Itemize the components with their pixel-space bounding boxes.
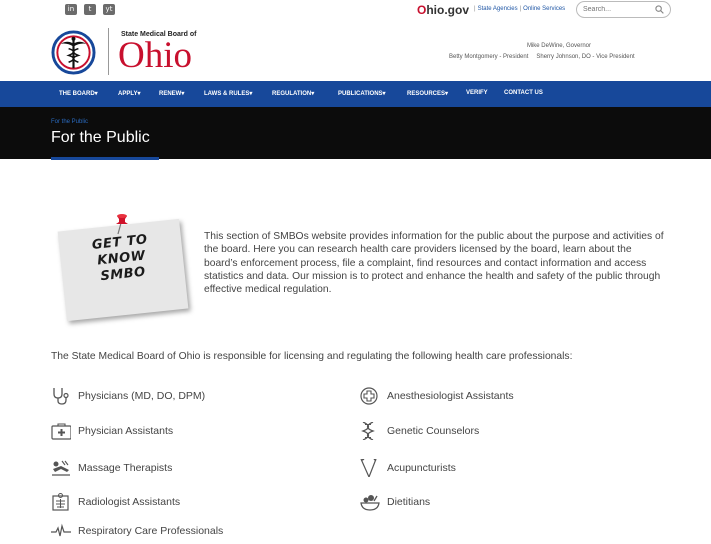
ohio-gov-rest: hio.gov — [426, 3, 470, 17]
nav-apply[interactable]: APPLY▾ — [118, 90, 140, 97]
profession-label: Massage Therapists — [78, 462, 173, 474]
nav-resources[interactable]: RESOURCES▾ — [407, 90, 448, 97]
nav-the-board[interactable]: THE BOARD▾ — [59, 90, 98, 97]
stethoscope-icon — [53, 388, 69, 405]
profession-label: Dietitians — [387, 496, 431, 508]
heartbeat-icon — [51, 523, 71, 537]
profession-label: Anesthesiologist Assistants — [387, 390, 514, 402]
ohio-wordmark[interactable]: Ohio — [118, 36, 192, 76]
youtube-icon[interactable]: yt — [103, 4, 115, 15]
page-hero: For the Public For the Public — [0, 107, 711, 159]
online-services-link[interactable]: Online Services — [523, 6, 565, 12]
nav-laws-rules[interactable]: LAWS & RULES▾ — [204, 90, 252, 97]
medical-board-seal-icon[interactable] — [51, 30, 96, 75]
list-item[interactable]: Physicians (MD, DO, DPM) — [51, 387, 311, 405]
nav-contact-us[interactable]: CONTACT US — [504, 90, 543, 96]
medical-kit-icon — [51, 423, 71, 440]
profession-label: Genetic Counselors — [387, 425, 480, 437]
list-item[interactable]: Radiologist Assistants — [51, 493, 311, 511]
ohio-gov-o: O — [417, 3, 427, 17]
ohio-gov-logo[interactable]: Ohio.gov — [417, 3, 469, 17]
vice-president-text: Sherry Johnson, DO - Vice President — [536, 54, 635, 60]
needles-icon — [360, 459, 377, 477]
get-to-know-note: GET TO KNOW SMBO — [56, 213, 196, 322]
intro-paragraph: This section of SMBOs website provides i… — [204, 231, 664, 296]
professions-intro: The State Medical Board of Ohio is respo… — [51, 351, 573, 362]
logo-divider — [108, 28, 109, 75]
list-item[interactable]: Anesthesiologist Assistants — [360, 387, 620, 405]
linkedin-icon[interactable]: in — [65, 4, 77, 15]
list-item[interactable]: Physician Assistants — [51, 422, 311, 440]
president-text: Betty Montgomery - President — [449, 54, 529, 60]
list-item[interactable]: Respiratory Care Professionals — [51, 522, 331, 540]
dna-icon — [361, 422, 375, 440]
xray-icon — [52, 493, 69, 511]
pushpin-icon — [116, 214, 128, 235]
officers-text: Betty Montgomery - President Sherry Johns… — [449, 54, 635, 60]
medical-cross-icon — [360, 387, 378, 405]
governor-text: Mike DeWine, Governor — [526, 43, 591, 49]
nav-regulation[interactable]: REGULATION▾ — [272, 90, 314, 97]
profession-label: Physicians (MD, DO, DPM) — [78, 390, 206, 402]
breadcrumb[interactable]: For the Public — [51, 119, 88, 125]
title-underline — [51, 157, 159, 160]
massage-icon — [52, 460, 70, 476]
nav-publications[interactable]: PUBLICATIONS▾ — [338, 90, 386, 97]
utility-links: | State Agencies | Online Services — [474, 6, 566, 12]
site-header: State Medical Board of Ohio Mike DeWine,… — [0, 20, 711, 81]
profession-label: Respiratory Care Professionals — [78, 525, 224, 537]
profession-label: Physician Assistants — [78, 425, 174, 437]
main-nav: THE BOARD▾ APPLY▾ RENEW▾ LAWS & RULES▾ R… — [0, 81, 711, 107]
note-text: GET TO KNOW SMBO — [91, 232, 149, 285]
utility-bar: in t yt Ohio.gov | State Agencies | Online … — [0, 0, 711, 20]
profession-label: Radiologist Assistants — [78, 496, 181, 508]
nav-verify[interactable]: VERIFY — [466, 90, 488, 96]
list-item[interactable]: Genetic Counselors — [360, 422, 620, 440]
food-bowl-icon — [360, 495, 380, 511]
list-item[interactable]: Dietitians — [360, 493, 620, 511]
list-item[interactable]: Massage Therapists — [51, 459, 311, 477]
nav-renew[interactable]: RENEW▾ — [159, 90, 184, 97]
state-agencies-link[interactable]: State Agencies — [478, 6, 518, 12]
search-icon[interactable] — [655, 5, 664, 14]
search-box — [576, 1, 671, 18]
profession-label: Acupuncturists — [387, 462, 456, 474]
list-item[interactable]: Acupuncturists — [360, 459, 620, 477]
search-input[interactable] — [583, 4, 653, 15]
twitter-icon[interactable]: t — [84, 4, 96, 15]
page-title: For the Public — [51, 129, 150, 146]
